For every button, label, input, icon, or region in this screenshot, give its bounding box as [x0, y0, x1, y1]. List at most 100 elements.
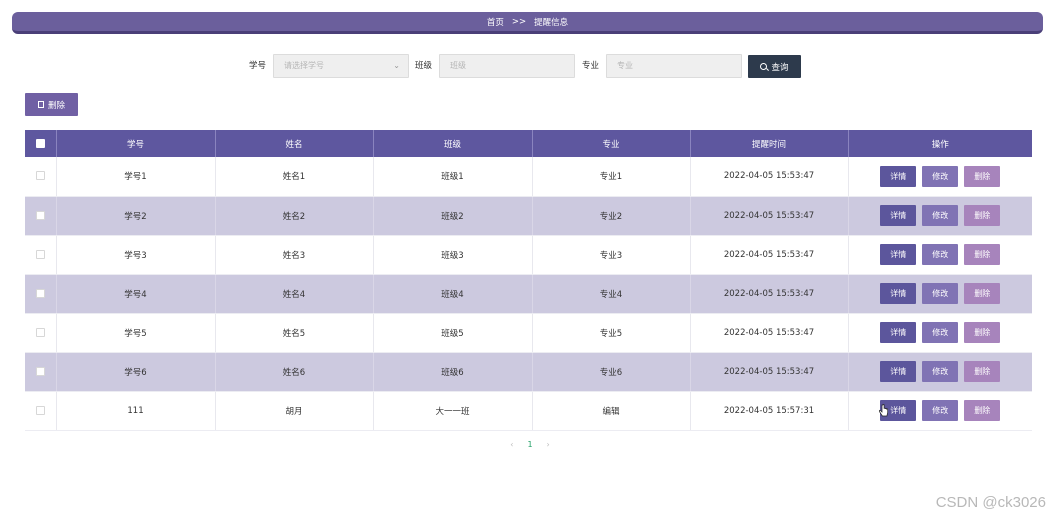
- row-select-cell: [25, 157, 57, 197]
- table-cell: 班级1: [373, 157, 533, 197]
- column-header[interactable]: 姓名: [215, 130, 374, 157]
- batch-delete-label: 删除: [47, 100, 65, 111]
- edit-button[interactable]: 修改: [922, 205, 959, 226]
- row-select-cell: [25, 274, 57, 314]
- row-select-cell: [25, 352, 57, 392]
- edit-button[interactable]: 修改: [922, 400, 959, 421]
- actions-cell: 详情 修改 删除: [848, 313, 1032, 353]
- actions-cell: 详情 修改 删除: [848, 235, 1032, 275]
- detail-button[interactable]: 详情: [880, 283, 917, 304]
- actions-cell: 详情 修改 删除: [848, 391, 1032, 431]
- breadcrumb-separator: >>: [511, 16, 527, 27]
- edit-button[interactable]: 修改: [922, 283, 959, 304]
- table-cell: 专业4: [532, 274, 691, 314]
- current-page[interactable]: 1: [527, 440, 532, 449]
- query-button-label: 查询: [771, 62, 789, 73]
- delete-button[interactable]: 删除: [964, 400, 1001, 421]
- table-cell: 专业3: [532, 235, 691, 275]
- query-button[interactable]: 查询: [748, 55, 801, 78]
- table-cell: 专业1: [532, 157, 691, 197]
- table-cell: 班级6: [373, 352, 533, 392]
- pagination: ‹ 1 ›: [500, 438, 560, 450]
- table-cell: 姓名6: [215, 352, 374, 392]
- delete-button[interactable]: 删除: [964, 322, 1001, 343]
- edit-button[interactable]: 修改: [922, 244, 959, 265]
- table-cell: 姓名1: [215, 157, 374, 197]
- breadcrumb-home[interactable]: 首页: [487, 16, 504, 28]
- student-id-select[interactable]: 请选择学号 ⌄: [273, 54, 409, 78]
- major-label: 专业: [582, 61, 600, 71]
- chevron-down-icon: ⌄: [393, 61, 400, 70]
- detail-button[interactable]: 详情: [880, 205, 917, 226]
- table-cell: 学号1: [56, 157, 216, 197]
- table-header-row: 学号 姓名 班级 专业 提醒时间 操作: [25, 130, 1032, 157]
- major-placeholder: 专业: [617, 61, 633, 70]
- row-checkbox[interactable]: [35, 366, 45, 376]
- detail-button[interactable]: 详情: [880, 244, 917, 265]
- batch-delete-button[interactable]: 删除: [25, 93, 78, 116]
- table-cell: 学号5: [56, 313, 216, 353]
- row-checkbox[interactable]: [35, 210, 45, 220]
- edit-button[interactable]: 修改: [922, 322, 959, 343]
- column-header[interactable]: 学号: [56, 130, 216, 157]
- table-cell: 学号4: [56, 274, 216, 314]
- column-header[interactable]: 专业: [532, 130, 691, 157]
- row-checkbox[interactable]: [35, 249, 45, 259]
- column-header[interactable]: 班级: [373, 130, 533, 157]
- table-cell: 专业6: [532, 352, 691, 392]
- trash-icon: [37, 101, 44, 108]
- table-cell: 专业5: [532, 313, 691, 353]
- edit-button[interactable]: 修改: [922, 165, 959, 187]
- table-cell: 胡月: [215, 391, 374, 431]
- select-all-checkbox[interactable]: [35, 138, 45, 148]
- row-checkbox[interactable]: [35, 171, 45, 181]
- actions-cell: 详情 修改 删除: [848, 157, 1032, 197]
- prev-page-button[interactable]: ‹: [510, 440, 513, 449]
- row-select-cell: [25, 313, 57, 353]
- next-page-button[interactable]: ›: [547, 440, 550, 449]
- delete-button[interactable]: 删除: [964, 361, 1001, 382]
- breadcrumb-current: 提醒信息: [534, 17, 569, 28]
- delete-button[interactable]: 删除: [964, 205, 1001, 226]
- header-select-all-cell: [25, 130, 57, 157]
- table-row: 学号2 姓名2 班级2 专业2 2022-04-05 15:53:47 详情 修改 删除: [25, 196, 1032, 236]
- table-cell: 2022-04-05 15:53:47: [690, 352, 849, 392]
- table-cell: 编辑: [532, 391, 691, 431]
- table-cell: 学号6: [56, 352, 216, 392]
- student-id-label: 学号: [249, 61, 267, 71]
- table-cell: 大一一班: [373, 391, 533, 431]
- class-placeholder: 班级: [450, 61, 466, 70]
- row-select-cell: [25, 391, 57, 431]
- table-cell: 111: [56, 391, 216, 431]
- column-header[interactable]: 提醒时间: [690, 130, 849, 157]
- table-cell: 专业2: [532, 196, 691, 236]
- actions-cell: 详情 修改 删除: [848, 352, 1032, 392]
- watermark: CSDN @ck3026: [935, 494, 1046, 511]
- student-id-placeholder: 请选择学号: [284, 61, 324, 70]
- table-cell: 2022-04-05 15:57:31: [690, 391, 849, 431]
- table-row: 学号1 姓名1 班级1 专业1 2022-04-05 15:53:47 详情 修改 删除: [25, 157, 1032, 197]
- row-checkbox[interactable]: [35, 327, 45, 337]
- table-cell: 2022-04-05 15:53:47: [690, 313, 849, 353]
- column-header: 操作: [848, 130, 1032, 157]
- row-select-cell: [25, 235, 57, 275]
- detail-button[interactable]: 详情: [880, 361, 917, 382]
- delete-button[interactable]: 删除: [964, 165, 1001, 187]
- detail-button[interactable]: 详情: [880, 322, 917, 343]
- delete-button[interactable]: 删除: [964, 283, 1001, 304]
- table-cell: 2022-04-05 15:53:47: [690, 196, 849, 236]
- table-cell: 2022-04-05 15:53:47: [690, 274, 849, 314]
- class-input[interactable]: 班级: [439, 54, 575, 78]
- table-row: 学号6 姓名6 班级6 专业6 2022-04-05 15:53:47 详情 修改 删除: [25, 352, 1032, 392]
- delete-button[interactable]: 删除: [964, 244, 1001, 265]
- class-label: 班级: [415, 61, 433, 71]
- edit-button[interactable]: 修改: [922, 361, 959, 382]
- search-icon: [760, 63, 768, 70]
- major-input[interactable]: 专业: [606, 54, 742, 78]
- table-cell: 班级5: [373, 313, 533, 353]
- hand-cursor-icon: [879, 404, 888, 417]
- detail-button[interactable]: 详情: [880, 165, 917, 187]
- row-checkbox[interactable]: [35, 288, 45, 298]
- row-checkbox[interactable]: [35, 405, 45, 415]
- table-cell: 姓名5: [215, 313, 374, 353]
